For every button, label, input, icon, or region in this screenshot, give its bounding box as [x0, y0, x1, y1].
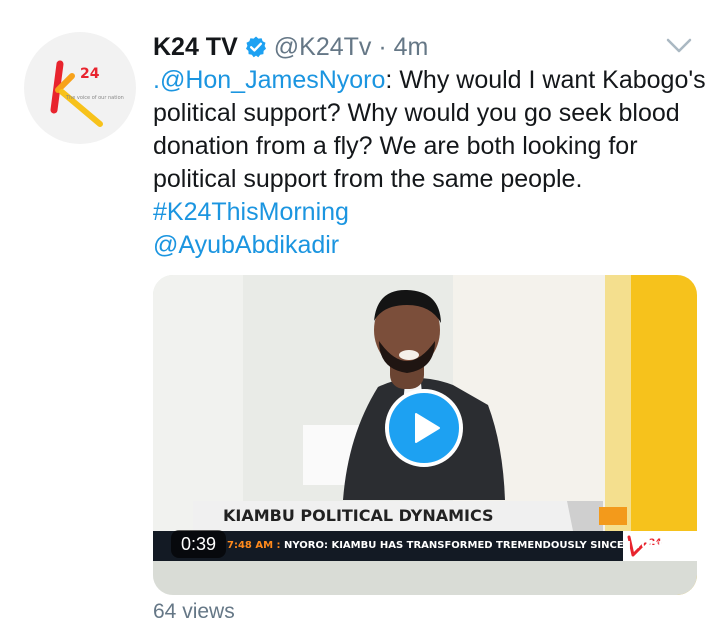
news-ticker: 7:48 AM : NYORO: KIAMBU HAS TRANSFORMED …: [227, 540, 697, 551]
play-icon: [415, 413, 440, 443]
ticker-text: NYORO: KIAMBU HAS TRANSFORMED TREMENDOUS…: [284, 540, 697, 551]
tweet-text-line3: donation from a fly? We are both looking…: [153, 132, 638, 160]
author-handle-meta: @K24Tv · 4m: [274, 33, 429, 62]
author-handle[interactable]: @K24Tv: [274, 33, 372, 61]
k24-logo: 24 The voice of our nation: [50, 60, 124, 127]
avatar-logo-text: 24: [80, 66, 100, 82]
ticker-time: 7:48 AM :: [227, 540, 281, 551]
verified-badge-icon: [244, 35, 268, 59]
mention-link[interactable]: .@Hon_JamesNyoro: [153, 66, 385, 94]
hashtag-link[interactable]: #K24ThisMorning: [153, 196, 698, 229]
tweet-text-line1: : Why would I want Kabogo's: [385, 66, 706, 94]
separator: ·: [378, 32, 387, 61]
chevron-down-icon[interactable]: [666, 37, 692, 55]
view-count: 64 views: [153, 600, 235, 623]
tweet-header: K24 TV @K24Tv · 4m: [153, 30, 428, 64]
video-duration: 0:39: [171, 530, 227, 558]
avatar[interactable]: 24 The voice of our nation: [24, 32, 136, 144]
avatar-tagline: The voice of our nation: [65, 95, 124, 101]
timestamp[interactable]: 4m: [394, 33, 429, 61]
tweet-text-line2: political support? Why would you go seek…: [153, 99, 680, 127]
video-player[interactable]: 24 KIAMBU POLITICAL DYNAMICS 7:48 AM : N…: [153, 275, 697, 595]
mention-link-2[interactable]: @AyubAbdikadir: [153, 229, 698, 262]
tweet-text-line4: political support from the same people.: [153, 165, 583, 193]
tweet-text: .@Hon_JamesNyoro: Why would I want Kabog…: [153, 64, 706, 262]
banner-title: KIAMBU POLITICAL DYNAMICS: [223, 506, 494, 525]
author-name[interactable]: K24 TV: [153, 33, 238, 62]
play-button[interactable]: [385, 389, 463, 467]
